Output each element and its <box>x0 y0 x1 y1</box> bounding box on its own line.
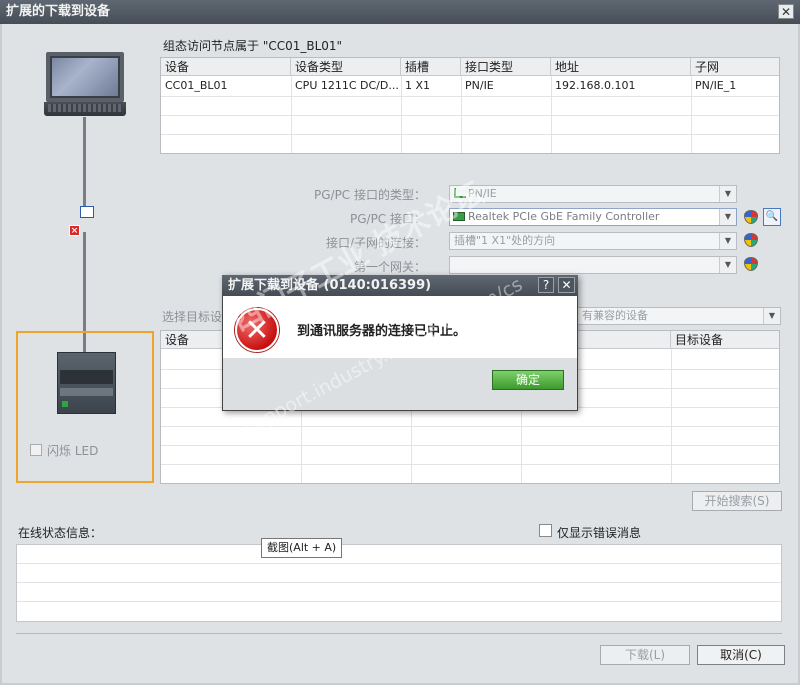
table-cell-slot[interactable]: 1 X1 <box>401 76 461 96</box>
footer-divider <box>16 633 782 634</box>
laptop-keyboard <box>48 104 122 112</box>
dialog-close-button[interactable]: ✕ <box>558 277 575 293</box>
row-divider <box>161 464 779 465</box>
target-device-label: 选择目标设 <box>162 310 223 324</box>
row-divider <box>17 563 781 564</box>
plc-io-strip <box>60 370 113 384</box>
column-header-target-device[interactable]: 目标设备 <box>671 331 779 349</box>
config-node-table: 设备 设备类型 插槽 接口类型 地址 子网 CC01_BL01 CPU 1211… <box>160 57 780 154</box>
column-divider <box>671 349 672 483</box>
row-divider <box>161 134 779 135</box>
online-status-label: 在线状态信息： <box>18 526 103 540</box>
ok-button[interactable]: 确定 <box>492 370 564 390</box>
help-icon[interactable]: ? <box>538 277 554 293</box>
chevron-down-icon[interactable]: ▼ <box>763 308 780 324</box>
download-button[interactable]: 下载(L) <box>600 645 690 665</box>
cancel-button[interactable]: 取消(C) <box>697 645 785 665</box>
pgpc-interface-type-label: PG/PC 接口的类型： <box>313 188 426 202</box>
only-errors-label[interactable]: 仅显示错误消息 <box>557 524 641 541</box>
column-divider <box>461 76 462 153</box>
config-section-title: 组态访问节点属于 "CC01_BL01" <box>163 39 343 53</box>
row-divider <box>17 601 781 602</box>
row-divider <box>161 445 779 446</box>
column-header-device-type[interactable]: 设备类型 <box>291 58 401 76</box>
table-cell-device[interactable]: CC01_BL01 <box>161 76 291 96</box>
subnet-connection-select[interactable]: 插槽"1 X1"处的方向 ▼ <box>449 232 737 250</box>
window-title: 扩展的下载到设备 <box>0 0 800 24</box>
laptop-display <box>52 58 118 96</box>
row-divider <box>17 582 781 583</box>
chevron-down-icon[interactable]: ▼ <box>719 209 736 225</box>
column-divider <box>551 76 552 153</box>
flash-led-checkbox[interactable] <box>30 444 42 456</box>
column-header-address[interactable]: 地址 <box>551 58 691 76</box>
compatible-devices-value: 有兼容的设备 <box>582 309 648 322</box>
window-close-button[interactable]: ✕ <box>778 4 794 19</box>
column-header-subnet[interactable]: 子网 <box>691 58 779 76</box>
start-search-button[interactable]: 开始搜索(S) <box>692 491 782 511</box>
column-divider <box>291 76 292 153</box>
network-connection-icon <box>80 206 94 218</box>
pgpc-interface-value: Realtek PCIe GbE Family Controller <box>468 210 660 223</box>
pgpc-interface-type-select[interactable]: PN/IE ▼ <box>449 185 737 203</box>
plc-terminal-strip <box>60 388 113 396</box>
accessible-devices-search-icon[interactable]: 🔍 <box>763 208 781 226</box>
table-cell-address[interactable]: 192.168.0.101 <box>551 76 691 96</box>
chevron-down-icon[interactable]: ▼ <box>719 186 736 202</box>
column-divider <box>401 76 402 153</box>
column-header-device[interactable]: 设备 <box>161 58 291 76</box>
compatible-devices-select[interactable]: 有兼容的设备 ▼ <box>575 307 781 325</box>
online-status-list <box>16 544 782 622</box>
row-divider <box>161 96 779 97</box>
connection-line-upper <box>83 117 86 217</box>
table-cell-device-type[interactable]: CPU 1211C DC/D... <box>291 76 401 96</box>
column-header-interface-type[interactable]: 接口类型 <box>461 58 551 76</box>
flash-led-label: 闪烁 LED <box>47 444 99 458</box>
chevron-down-icon[interactable]: ▼ <box>719 257 736 273</box>
table-cell-interface-type[interactable]: PN/IE <box>461 76 551 96</box>
first-gateway-select[interactable]: ▼ <box>449 256 737 274</box>
table-cell-subnet[interactable]: PN/IE_1 <box>691 76 779 96</box>
column-header-slot[interactable]: 插槽 <box>401 58 461 76</box>
subnet-connection-value: 插槽"1 X1"处的方向 <box>454 234 556 247</box>
screenshot-tooltip: 截图(Alt + A) <box>261 538 343 558</box>
plc-status-led <box>62 401 68 407</box>
only-errors-checkbox[interactable] <box>539 524 552 537</box>
connection-error-icon: × <box>69 225 80 236</box>
pgpc-interface-select[interactable]: Realtek PCIe GbE Family Controller ▼ <box>449 208 737 226</box>
column-divider <box>691 76 692 153</box>
row-divider <box>161 115 779 116</box>
chevron-down-icon[interactable]: ▼ <box>719 233 736 249</box>
